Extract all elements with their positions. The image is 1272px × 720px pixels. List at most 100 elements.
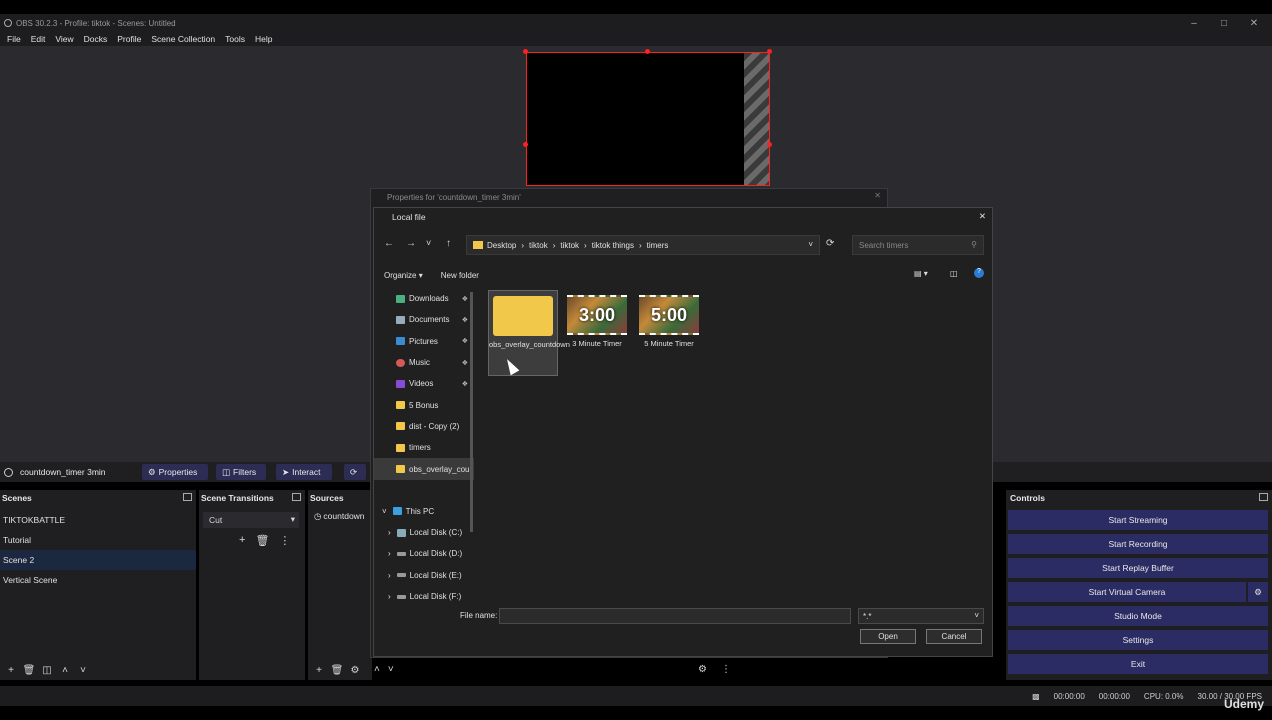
path-segment[interactable]: tiktok [560, 241, 579, 250]
add-icon[interactable]: + [2, 665, 20, 676]
search-input[interactable]: Search timers ⚲ [852, 235, 984, 255]
file-item-folder[interactable]: obs_overlay_countdown [488, 290, 570, 376]
menu-tools[interactable]: Tools [225, 34, 245, 44]
refresh-button[interactable]: ⟳ [344, 464, 366, 480]
menu-scene-collection[interactable]: Scene Collection [151, 34, 215, 44]
resize-handle[interactable] [767, 142, 772, 147]
help-icon[interactable]: ? [974, 268, 984, 278]
interact-button[interactable]: ➤ Interact [276, 464, 332, 480]
up-icon[interactable]: ↑ [446, 238, 451, 249]
file-item-video[interactable]: 5:00 5 Minute Timer [634, 290, 704, 376]
organize-button[interactable]: Organize ▾ [384, 271, 423, 280]
close-icon[interactable]: ✕ [874, 191, 881, 200]
maximize-icon[interactable]: □ [1210, 14, 1238, 32]
menu-help[interactable]: Help [255, 34, 272, 44]
chevron-up-icon[interactable]: ˄ [56, 665, 74, 676]
resize-handle[interactable] [767, 49, 772, 54]
menu-profile[interactable]: Profile [117, 34, 141, 44]
scene-item[interactable]: Vertical Scene [0, 570, 196, 590]
menu-docks[interactable]: Docks [84, 34, 108, 44]
new-folder-button[interactable]: New folder [441, 271, 479, 280]
open-button[interactable]: Open [860, 629, 916, 644]
preview-canvas[interactable] [526, 52, 770, 186]
scene-item[interactable]: TIKTOKBATTLE [0, 510, 196, 530]
back-icon[interactable]: ← [384, 238, 394, 249]
address-bar[interactable]: Desktop › tiktok › tiktok › tiktok things › … [466, 235, 820, 255]
nav-item-this-pc[interactable]: ˅ This PC [374, 501, 474, 522]
chevron-up-icon[interactable]: ˄ [374, 664, 380, 675]
chevron-down-icon[interactable]: ˅ [426, 238, 431, 248]
gear-icon[interactable]: ⚙ [346, 665, 364, 676]
start-replay-buffer-button[interactable]: Start Replay Buffer [1008, 558, 1268, 578]
chevron-down-icon[interactable]: ˅ [388, 664, 394, 675]
menu-view[interactable]: View [55, 34, 73, 44]
watermark: Udemy [1223, 697, 1264, 711]
settings-button[interactable]: Settings [1008, 630, 1268, 650]
popout-icon[interactable] [292, 493, 301, 501]
scene-item[interactable]: Scene 2 [0, 550, 196, 570]
properties-button[interactable]: ⚙ Properties [142, 464, 208, 480]
scene-item[interactable]: Tutorial [0, 530, 196, 550]
exit-button[interactable]: Exit [1008, 654, 1268, 674]
nav-item-drive-c[interactable]: › Local Disk (C:) [374, 522, 474, 543]
close-icon[interactable]: ✕ [1240, 14, 1268, 32]
filter-icon[interactable]: ◫ [38, 665, 56, 676]
start-recording-button[interactable]: Start Recording [1008, 534, 1268, 554]
cancel-button[interactable]: Cancel [926, 629, 982, 644]
trash-icon[interactable]: 🗑 [20, 665, 38, 676]
close-icon[interactable]: ✕ [979, 211, 986, 222]
chevron-right-icon: › [388, 528, 391, 538]
virtual-camera-gear-icon[interactable]: ⚙ [1248, 582, 1268, 602]
menu-edit[interactable]: Edit [31, 34, 46, 44]
view-icon[interactable]: ▤ ▾ [914, 269, 928, 278]
transition-select[interactable]: Cut ▾ [203, 512, 299, 528]
start-virtual-camera-button[interactable]: Start Virtual Camera [1008, 582, 1246, 602]
window-titlebar: OBS 30.2.3 - Profile: tiktok - Scenes: U… [0, 14, 1272, 32]
studio-mode-button[interactable]: Studio Mode [1008, 606, 1268, 626]
popout-icon[interactable] [183, 493, 192, 501]
nav-item-videos[interactable]: Videos ❖ [374, 373, 474, 394]
chevron-down-icon[interactable]: ˅ [808, 240, 813, 249]
nav-item-downloads[interactable]: Downloads ❖ [374, 288, 474, 309]
nav-item-obs-overlay[interactable]: obs_overlay_cou [374, 458, 474, 480]
resize-handle[interactable] [523, 142, 528, 147]
nav-item-drive-d[interactable]: › Local Disk (D:) [374, 543, 474, 564]
more-icon[interactable]: ⋮ [721, 664, 731, 675]
add-icon[interactable]: + [239, 534, 245, 547]
preview-pane-icon[interactable]: ◫ [950, 269, 958, 278]
nav-item-timers[interactable]: timers [374, 437, 474, 458]
refresh-icon[interactable]: ⟳ [826, 238, 834, 249]
popout-icon[interactable] [1259, 493, 1268, 501]
mixer-settings-icon[interactable]: ⚙ [698, 664, 707, 675]
pin-icon: ❖ [461, 316, 468, 324]
path-segment[interactable]: tiktok things [592, 241, 634, 250]
nav-item-pictures[interactable]: Pictures ❖ [374, 331, 474, 352]
nav-item-bonus[interactable]: 5 Bonus [374, 394, 474, 415]
file-type-select[interactable]: *.* ˅ [858, 608, 984, 624]
forward-icon[interactable]: → [406, 238, 416, 249]
trash-icon[interactable]: 🗑 [328, 665, 346, 676]
minimize-icon[interactable]: – [1180, 14, 1208, 32]
filters-button[interactable]: ◫ Filters [216, 464, 266, 480]
nav-item-documents[interactable]: Documents ❖ [374, 309, 474, 330]
menu-file[interactable]: File [7, 34, 21, 44]
drive-icon [396, 573, 406, 578]
path-segment[interactable]: tiktok [529, 241, 548, 250]
path-segment[interactable]: timers [647, 241, 669, 250]
nav-item-music[interactable]: Music ❖ [374, 352, 474, 373]
path-segment[interactable]: Desktop [487, 241, 516, 250]
more-icon[interactable]: ⋮ [279, 534, 290, 547]
file-item-video[interactable]: 3:00 3 Minute Timer [562, 290, 632, 376]
file-name-input[interactable] [499, 608, 851, 624]
folder-icon [396, 401, 405, 410]
nav-item-dist-copy[interactable]: dist - Copy (2) [374, 416, 474, 437]
resize-handle[interactable] [523, 49, 528, 54]
add-icon[interactable]: + [310, 665, 328, 676]
nav-scrollbar[interactable] [470, 292, 473, 532]
chevron-down-icon[interactable]: ˅ [74, 665, 92, 676]
start-streaming-button[interactable]: Start Streaming [1008, 510, 1268, 530]
nav-item-drive-e[interactable]: › Local Disk (E:) [374, 565, 474, 586]
resize-handle[interactable] [645, 49, 650, 54]
trash-icon[interactable]: 🗑 [255, 534, 269, 547]
source-item[interactable]: ◷ countdown [308, 506, 372, 526]
